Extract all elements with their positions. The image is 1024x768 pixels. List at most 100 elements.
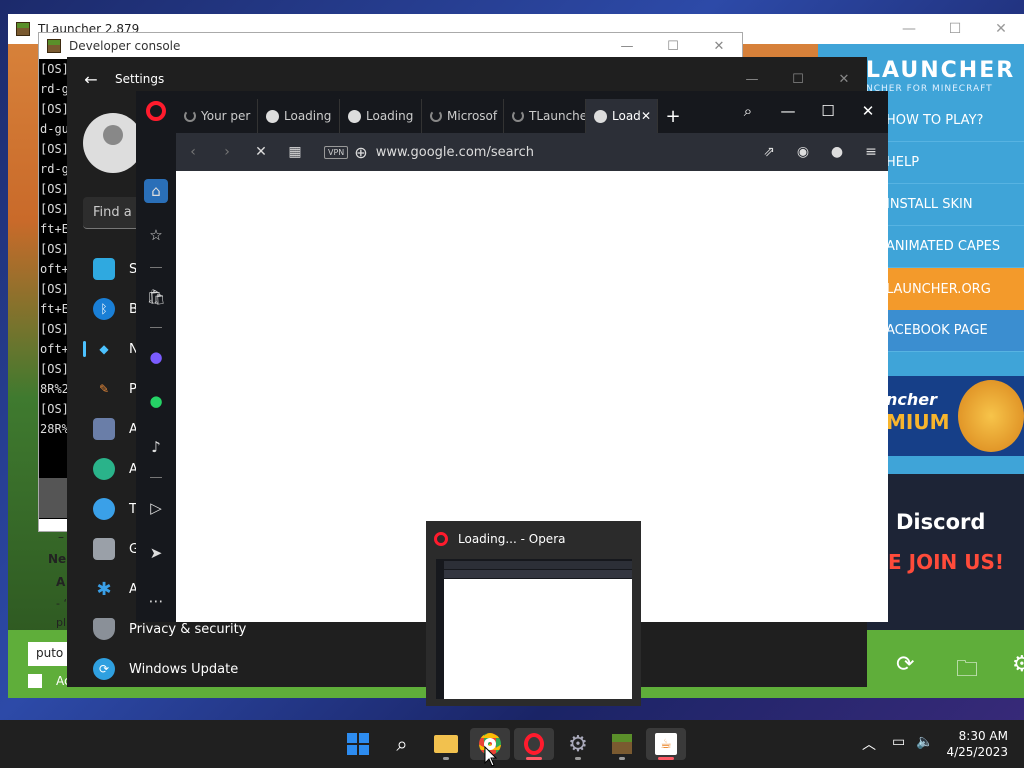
profile-icon[interactable]: ● (820, 144, 854, 160)
mouse-cursor-icon (484, 746, 498, 767)
bookmarks-icon[interactable]: ☆ (144, 223, 168, 247)
globe-icon: ⊕ (354, 142, 368, 162)
search-icon[interactable]: ⌕ (382, 728, 422, 760)
banner-title: ncher (886, 390, 938, 409)
opera-logo-icon[interactable] (146, 101, 166, 121)
back-arrow-icon[interactable]: ← (67, 70, 115, 89)
url-field[interactable]: www.google.com/search (376, 145, 534, 160)
tab-grid-icon[interactable]: ▦ (278, 144, 312, 160)
volume-icon[interactable]: 🔈 (916, 734, 933, 750)
tiktok-icon[interactable]: ♪ (144, 435, 168, 459)
tab[interactable]: Loading (340, 99, 422, 133)
settings-title: Settings (115, 72, 165, 86)
sidebar-divider (150, 267, 162, 268)
close-button[interactable]: ✕ (978, 21, 1024, 37)
player-icon[interactable]: ▷ (144, 496, 168, 520)
messenger-icon[interactable]: ● (144, 345, 168, 369)
tab[interactable]: Loading (258, 99, 340, 133)
premium-badge-icon (958, 380, 1024, 452)
tab-label: Loading (284, 109, 332, 123)
minecraft-taskbar-icon[interactable] (602, 728, 642, 760)
thumbnail-addressbar (444, 570, 632, 578)
gaming-icon (93, 538, 115, 560)
settings-gear-icon[interactable]: ⚙ (558, 728, 598, 760)
close-button[interactable]: ✕ (696, 39, 742, 54)
minimize-button[interactable]: — (768, 91, 808, 131)
share-icon[interactable]: ⇗ (752, 144, 786, 160)
partial-text: Ne (48, 552, 67, 566)
nav-item-windows-update[interactable]: ⟳ Windows Update (83, 651, 283, 687)
vpn-badge[interactable]: VPN (324, 145, 349, 159)
network-status-icon[interactable]: ▭ (892, 734, 905, 750)
start-button[interactable] (338, 728, 378, 760)
java-icon[interactable]: ☕ (646, 728, 686, 760)
sidebar-divider (150, 327, 162, 328)
find-setting-input[interactable]: Find a (83, 197, 143, 229)
shopping-bag-icon[interactable]: 🛍 (144, 285, 168, 309)
easy-setup-icon[interactable]: ≡ (854, 144, 888, 160)
dev-console-title: Developer console (69, 39, 181, 53)
globe-icon (348, 109, 361, 123)
discord-title: Discord (896, 510, 986, 534)
whatsapp-icon[interactable]: ● (144, 389, 168, 413)
tab[interactable]: TLaunche (504, 99, 586, 133)
tab[interactable]: Microsof (422, 99, 504, 133)
minimize-button[interactable]: — (604, 39, 650, 54)
close-button[interactable]: ✕ (848, 91, 888, 131)
shield-icon (93, 618, 115, 640)
opera-window-controls: ⌕ — ☐ ✕ (728, 91, 888, 131)
tab-strip: Your per Loading Loading Microsof TLaunc… (176, 99, 688, 133)
update-icon: ⟳ (93, 658, 115, 680)
file-explorer-icon[interactable] (426, 728, 466, 760)
search-tabs-icon[interactable]: ⌕ (728, 91, 768, 131)
loading-spinner-icon (184, 110, 196, 122)
stop-loading-icon[interactable]: ✕ (244, 144, 278, 160)
banner-subtitle: MIUM (886, 410, 950, 434)
tab[interactable]: Your per (176, 99, 258, 133)
apps-icon (93, 418, 115, 440)
logo-tagline: NCHER FOR MINECRAFT (866, 84, 993, 94)
nav-label: Privacy & security (129, 621, 247, 637)
back-icon[interactable]: ‹ (176, 144, 210, 160)
personalization-icon: ✎ (98, 382, 110, 396)
forward-icon[interactable]: › (210, 144, 244, 160)
taskbar-thumbnail-preview[interactable]: Loading... - Opera (426, 521, 641, 706)
avatar[interactable] (83, 113, 143, 173)
loading-spinner-icon (430, 110, 442, 122)
nav-label: Windows Update (129, 661, 239, 677)
system-icon (93, 258, 115, 280)
home-icon[interactable]: ⌂ (144, 179, 168, 203)
logo-text: LAUNCHER (866, 58, 1016, 83)
account-checkbox[interactable] (28, 674, 42, 688)
tab-label: Loading (366, 109, 414, 123)
close-button[interactable]: ✕ (821, 72, 867, 87)
tab-label: TLaunche (529, 109, 586, 123)
thumbnail-image (436, 559, 632, 699)
minimize-button[interactable]: — (729, 72, 775, 87)
opera-logo-icon (434, 532, 448, 546)
send-icon[interactable]: ➤ (144, 541, 168, 565)
refresh-icon[interactable]: ⟳ (896, 652, 914, 677)
minimize-button[interactable]: — (886, 21, 932, 37)
folder-icon[interactable]: 🗀 (956, 652, 978, 690)
maximize-button[interactable]: ☐ (650, 39, 696, 54)
maximize-button[interactable]: ☐ (932, 21, 978, 37)
clock-date: 4/25/2023 (946, 745, 1008, 759)
opera-taskbar-icon[interactable] (514, 728, 554, 760)
accounts-icon (93, 458, 115, 480)
new-tab-button[interactable]: + (658, 106, 688, 127)
clock[interactable]: 8:30 AM 4/25/2023 (946, 728, 1008, 760)
maximize-button[interactable]: ☐ (808, 91, 848, 131)
partial-text: A (56, 575, 66, 589)
camera-icon[interactable]: ◉ (786, 144, 820, 160)
close-tab-icon[interactable]: ✕ (641, 109, 651, 123)
windows-icon (347, 733, 369, 755)
chevron-up-icon[interactable]: ︿ (862, 734, 876, 754)
clock-time: 8:30 AM (958, 729, 1008, 743)
more-icon[interactable]: ⋯ (144, 589, 168, 613)
maximize-button[interactable]: ☐ (775, 72, 821, 87)
tab-active[interactable]: Load ✕ (586, 99, 658, 133)
opera-sidebar: ⌂ ☆ 🛍 ● ● ♪ ▷ ➤ ⋯ (136, 91, 176, 622)
settings-gear-icon[interactable]: ⚙ (1012, 652, 1024, 677)
network-icon: ◆ (99, 342, 109, 356)
